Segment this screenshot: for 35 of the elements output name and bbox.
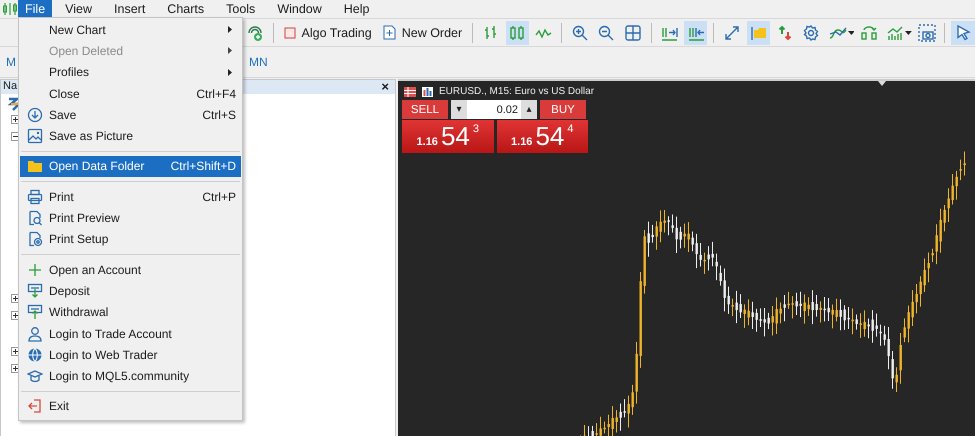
new-order-button[interactable]: New Order: [378, 22, 466, 43]
menu-bar-item[interactable]: Help: [336, 0, 376, 18]
menu-bar-item[interactable]: Tools: [219, 0, 262, 18]
menu-item[interactable]: Close Ctrl+F4: [20, 82, 241, 104]
decrease-button[interactable]: ▾: [451, 100, 467, 119]
timeframe-tab[interactable]: MN: [243, 55, 274, 69]
timeframe-tab[interactable]: M: [4, 55, 18, 69]
volume-spinner[interactable]: ▾ 0.02 ▴: [451, 100, 537, 119]
menu-item[interactable]: Profiles: [20, 62, 241, 83]
menu-item[interactable]: Login to Trade Account: [20, 322, 241, 344]
menu-item[interactable]: Save as Picture: [20, 125, 241, 147]
menu-bar-item[interactable]: View: [58, 0, 100, 18]
buy-button[interactable]: BUY: [540, 100, 586, 119]
menu-item[interactable]: New Chart: [20, 19, 241, 40]
menu-item[interactable]: Open an Account: [20, 258, 241, 280]
menu-item[interactable]: Withdrawal: [20, 302, 241, 323]
menu-item[interactable]: Print Ctrl+P: [20, 186, 241, 208]
menu-item[interactable]: Login to Web Trader: [20, 344, 241, 366]
increase-button[interactable]: ▴: [521, 100, 537, 119]
menu-bar-item[interactable]: Charts: [160, 0, 212, 18]
menu-item[interactable]: Deposit: [20, 280, 241, 302]
menu-bar-item[interactable]: Insert: [107, 0, 152, 18]
menu-item[interactable]: Print Preview: [20, 207, 241, 229]
menu-item[interactable]: Save Ctrl+S: [20, 104, 241, 126]
menu-item[interactable]: Login to MQL5.community: [20, 365, 241, 387]
chart-title: EURUSD., M15: Euro vs US Dollar: [439, 86, 594, 97]
menu-item[interactable]: Print Setup: [20, 228, 241, 250]
menu-item[interactable]: Open Data Folder Ctrl+Shift+D: [20, 156, 241, 178]
menu-item[interactable]: Exit: [20, 396, 241, 418]
sell-button[interactable]: SELL: [402, 100, 448, 119]
menu-bar-item[interactable]: Window: [270, 0, 329, 18]
algo-trading-button[interactable]: Algo Trading: [280, 22, 376, 42]
menu-bar-item[interactable]: File: [18, 0, 52, 18]
close-button[interactable]: ×: [381, 80, 389, 94]
navigator-title: Na: [3, 80, 18, 94]
